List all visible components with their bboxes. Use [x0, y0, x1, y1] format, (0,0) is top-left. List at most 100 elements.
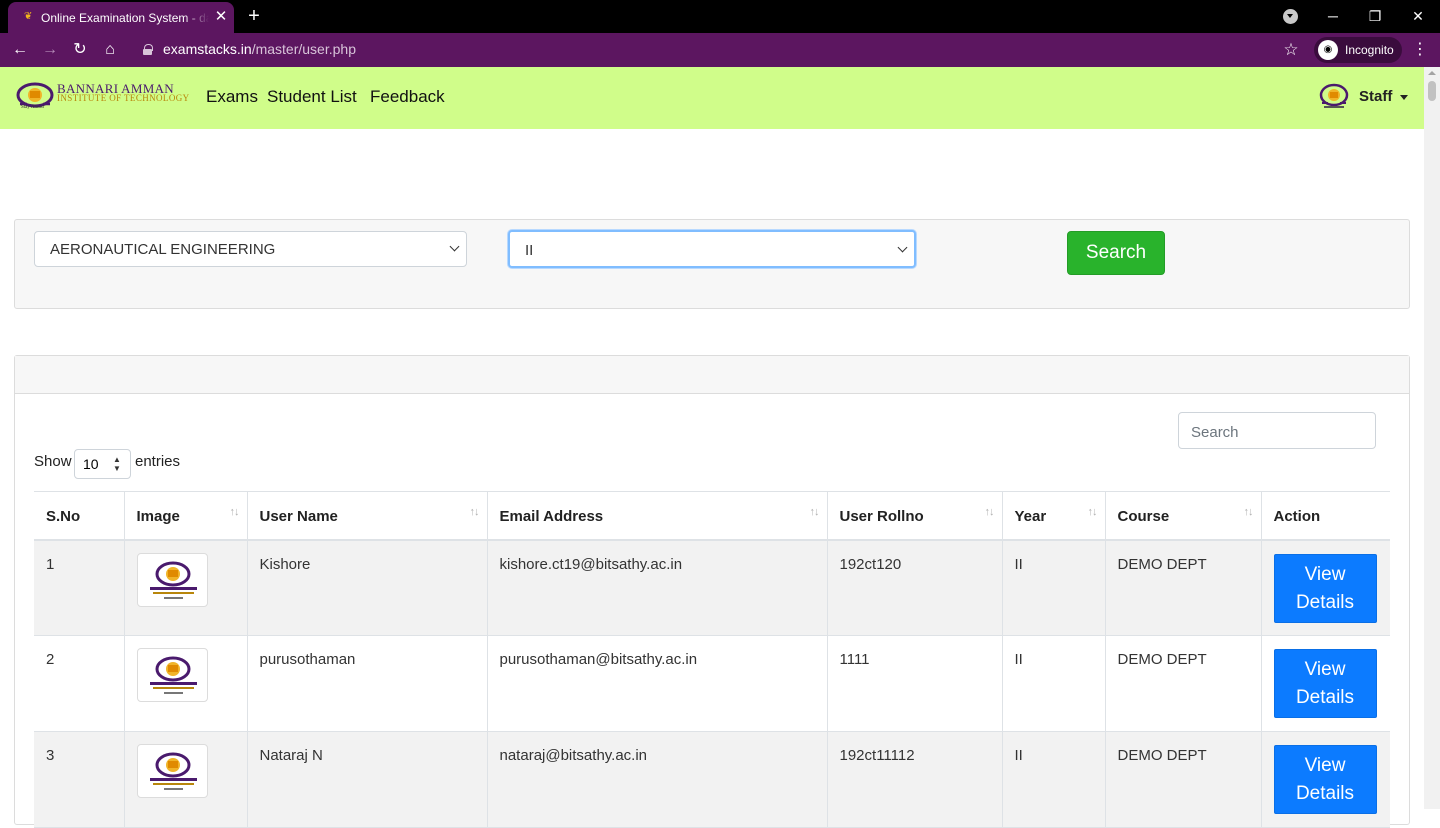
minimize-icon[interactable]: ─ [1318, 4, 1348, 28]
close-tab-icon[interactable]: ✕ [212, 7, 230, 27]
avatar [136, 552, 208, 607]
cell-user-name: Nataraj N [246, 731, 487, 828]
sort-icon: ↑↓ [1087, 506, 1098, 518]
address-bar[interactable]: examstacks.in/master/user.php [163, 41, 356, 57]
entries-label: entries [135, 453, 181, 470]
col-email[interactable]: Email Address ↑↓ [486, 491, 827, 541]
view-details-button[interactable]: View Details [1273, 649, 1377, 718]
chevron-down-icon[interactable] [1400, 95, 1408, 104]
sort-icon: ↑↓ [229, 506, 240, 518]
new-tab-icon[interactable]: + [243, 4, 265, 28]
view-details-button[interactable]: View Details [1273, 745, 1377, 814]
table-row: 1 Kishore kishore.ct19@bitsathy.ac.in 19… [34, 539, 1390, 636]
cell-course: DEMO DEPT [1104, 731, 1261, 828]
close-window-icon[interactable]: ✕ [1403, 4, 1433, 28]
year-select[interactable]: II [508, 230, 916, 268]
nav-exams[interactable]: Exams [206, 87, 258, 107]
cell-image [123, 539, 247, 636]
back-icon[interactable]: ← [8, 38, 32, 62]
cell-year: II [1001, 731, 1105, 828]
page-length-value: 10 [83, 456, 99, 472]
chevron-down-icon [897, 242, 908, 253]
tab-search-icon[interactable] [1283, 9, 1298, 24]
col-user-name[interactable]: User Name ↑↓ [246, 491, 487, 541]
students-table: S.No Image ↑↓ User Name ↑↓ Email Address ↑↓… [34, 491, 1390, 828]
sort-icon: ↑↓ [984, 506, 995, 518]
page-length-select[interactable]: 10 ▲ ▼ [74, 449, 131, 479]
cell-action: View Details [1260, 635, 1390, 732]
col-email-label: Email Address [499, 507, 604, 525]
department-select-value: AERONAUTICAL ENGINEERING [50, 241, 276, 258]
scroll-up-icon[interactable] [1428, 71, 1436, 75]
avatar [136, 744, 208, 798]
cell-sno: 1 [34, 539, 124, 636]
site-navbar: BANNARI AMMAN INSTITUTE OF TECHNOLOGY St… [0, 67, 1424, 129]
col-year[interactable]: Year ↑↓ [1001, 491, 1105, 541]
browser-toolbar: ← → ↻ ⌂ examstacks.in/master/user.php ☆ … [0, 33, 1440, 67]
table-header-row: S.No Image ↑↓ User Name ↑↓ Email Address ↑↓… [34, 491, 1390, 541]
scrollbar-thumb[interactable] [1428, 81, 1436, 101]
show-label: Show [34, 453, 72, 470]
cell-sno: 3 [34, 731, 124, 828]
year-select-value: II [525, 242, 534, 259]
col-action: Action [1260, 491, 1390, 541]
restore-icon[interactable]: ❐ [1360, 4, 1390, 28]
table-row: 3 Nataraj N nataraj@bitsathy.ac.in 192ct… [34, 731, 1390, 828]
col-rollno-label: User Rollno [839, 507, 924, 525]
table-row: 2 purusothaman purusothaman@bitsathy.ac.… [34, 635, 1390, 732]
incognito-badge[interactable]: ◉ Incognito [1314, 37, 1402, 63]
view-details-button[interactable]: View Details [1273, 553, 1377, 623]
cell-year: II [1001, 539, 1105, 636]
col-sno-label: S.No [46, 507, 81, 525]
favicon-icon: ❦ [24, 11, 33, 22]
nav-student-list[interactable]: Student List [267, 87, 357, 107]
cell-year: II [1001, 635, 1105, 732]
table-search-placeholder: Search [1191, 424, 1239, 441]
institute-logo-icon [149, 656, 197, 694]
lock-icon[interactable] [143, 44, 153, 55]
url-path: /master/user.php [251, 41, 356, 57]
browser-tabstrip: ❦ Online Examination System - data ✕ + ─… [0, 0, 1440, 33]
staff-avatar[interactable] [1318, 82, 1350, 112]
cell-action: View Details [1260, 539, 1390, 636]
updown-icon: ▲ ▼ [113, 455, 121, 473]
cell-image [123, 635, 247, 732]
cell-course: DEMO DEPT [1104, 635, 1261, 732]
col-action-label: Action [1273, 507, 1321, 525]
col-rollno[interactable]: User Rollno ↑↓ [826, 491, 1002, 541]
cell-rollno: 1111 [826, 635, 1002, 732]
avatar [136, 648, 208, 702]
search-button[interactable]: Search [1067, 231, 1165, 275]
bookmark-star-icon[interactable]: ☆ [1280, 38, 1302, 62]
cell-email: kishore.ct19@bitsathy.ac.in [486, 539, 827, 636]
cell-action: View Details [1260, 731, 1390, 828]
browser-tab[interactable]: ❦ Online Examination System - data ✕ [8, 2, 234, 33]
browser-menu-icon[interactable]: ⋮ [1412, 38, 1428, 62]
page-scrollbar[interactable] [1424, 67, 1440, 809]
cell-email: nataraj@bitsathy.ac.in [486, 731, 827, 828]
col-sno[interactable]: S.No [34, 491, 124, 541]
chevron-down-icon [449, 241, 460, 252]
cell-user-name: Kishore [246, 539, 487, 636]
reload-icon[interactable]: ↻ [68, 38, 92, 62]
forward-icon[interactable]: → [38, 38, 62, 62]
sort-icon: ↑↓ [809, 506, 820, 518]
table-search-input[interactable]: Search [1178, 412, 1376, 449]
col-course[interactable]: Course ↑↓ [1104, 491, 1261, 541]
url-host: examstacks.in [163, 41, 252, 57]
cell-sno: 2 [34, 635, 124, 732]
incognito-icon: ◉ [1318, 40, 1338, 60]
department-select[interactable]: AERONAUTICAL ENGINEERING [34, 231, 467, 267]
col-year-label: Year [1014, 507, 1047, 525]
sort-icon: ↑↓ [1243, 506, 1254, 518]
brand-logo[interactable]: BANNARI AMMAN INSTITUTE OF TECHNOLOGY St… [15, 81, 189, 113]
cell-email: purusothaman@bitsathy.ac.in [486, 635, 827, 732]
col-image[interactable]: Image ↑↓ [123, 491, 247, 541]
institute-logo-icon [149, 561, 197, 599]
col-course-label: Course [1117, 507, 1170, 525]
cell-user-name: purusothaman [246, 635, 487, 732]
nav-feedback[interactable]: Feedback [370, 87, 445, 107]
user-menu-label[interactable]: Staff [1359, 88, 1392, 105]
cell-course: DEMO DEPT [1104, 539, 1261, 636]
home-icon[interactable]: ⌂ [98, 38, 122, 62]
